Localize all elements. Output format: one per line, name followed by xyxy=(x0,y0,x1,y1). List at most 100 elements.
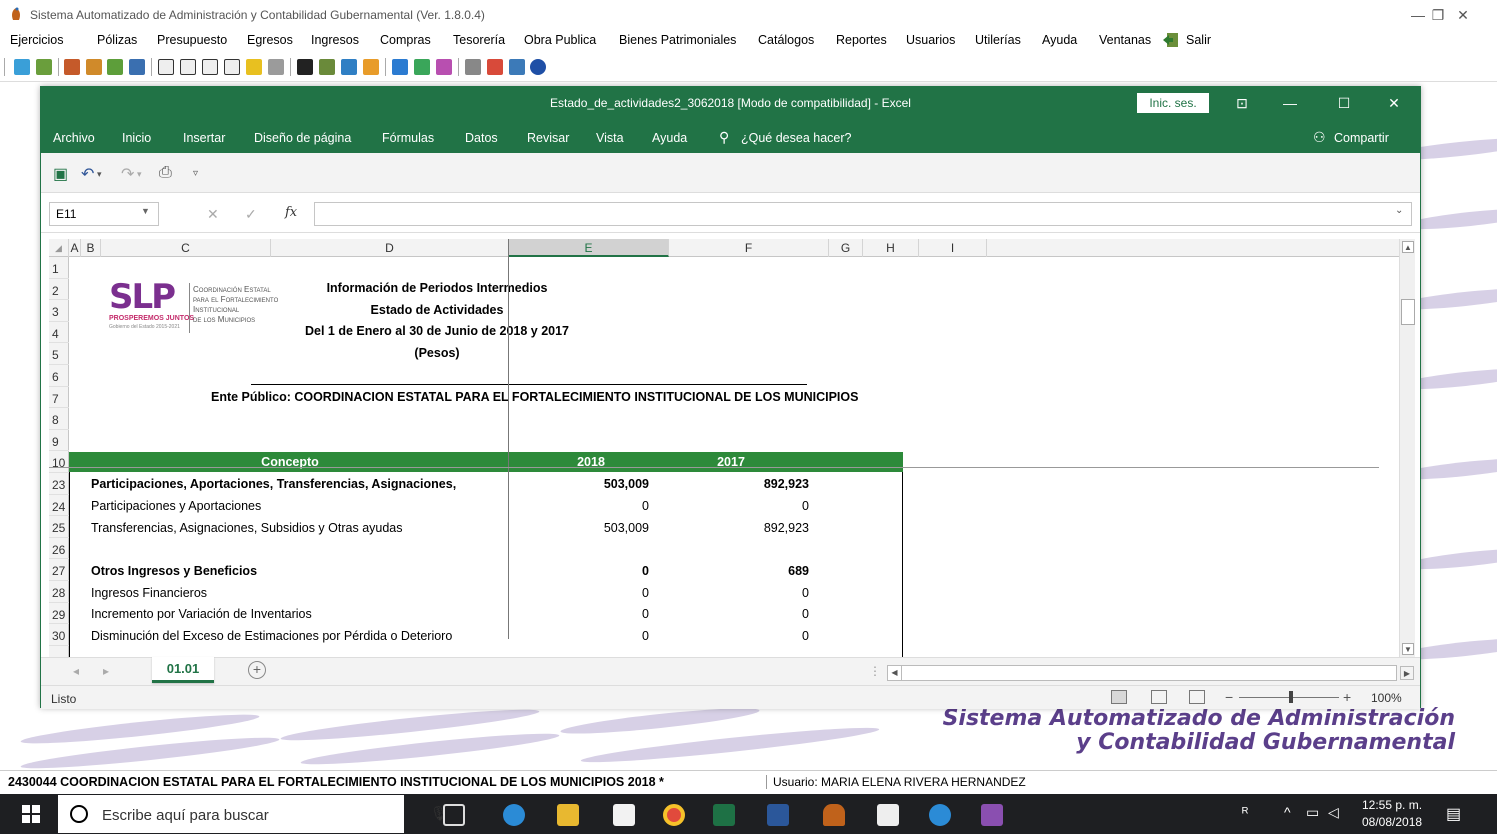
tab-inicio[interactable]: Inicio xyxy=(122,131,151,145)
menu-ejercicios[interactable]: Ejercicios xyxy=(10,33,64,47)
box-icon[interactable] xyxy=(363,59,379,75)
print-icon[interactable] xyxy=(268,59,284,75)
zoom-slider-knob[interactable] xyxy=(1289,691,1293,703)
add-sheet-icon[interactable]: + xyxy=(248,661,266,679)
menu-egresos[interactable]: Egresos xyxy=(247,33,293,47)
scroll-thumb[interactable] xyxy=(1401,299,1415,325)
row-header[interactable]: 23 xyxy=(49,473,69,495)
tab-prev-icon[interactable]: ◂ xyxy=(73,664,79,678)
share-button[interactable]: Compartir xyxy=(1334,131,1389,145)
excel-taskbar-icon[interactable] xyxy=(713,804,735,826)
menu-catalogos[interactable]: Catálogos xyxy=(758,33,814,47)
menu-tesoreria[interactable]: Tesorería xyxy=(453,33,505,47)
column-header-i[interactable]: I xyxy=(919,239,987,257)
redo-icon[interactable]: ↷ xyxy=(121,164,134,184)
scroll-up-icon[interactable]: ▲ xyxy=(1402,241,1414,253)
column-header-b[interactable]: B xyxy=(81,239,101,257)
sheet-tab-active[interactable]: 01.01 xyxy=(152,657,214,683)
menu-compras[interactable]: Compras xyxy=(380,33,431,47)
clock-time[interactable]: 12:55 p. m. xyxy=(1362,798,1422,812)
vertical-scrollbar[interactable]: ▲ ▼ xyxy=(1399,239,1415,657)
cart-icon[interactable] xyxy=(64,59,80,75)
expand-formula-bar-icon[interactable]: ⌄ xyxy=(1395,205,1403,216)
normal-view-icon[interactable] xyxy=(1111,690,1127,704)
ribbon-display-icon[interactable]: ⊡ xyxy=(1227,93,1257,113)
settings-icon[interactable] xyxy=(487,59,503,75)
row-header[interactable]: 30 xyxy=(49,624,69,646)
row-header[interactable]: 28 xyxy=(49,581,69,603)
row-header[interactable]: 4 xyxy=(49,322,69,344)
name-box-dropdown-icon[interactable]: ▼ xyxy=(141,206,150,216)
catalog-c-icon[interactable] xyxy=(158,59,174,75)
row-header[interactable]: 7 xyxy=(49,387,69,409)
row-header[interactable]: 24 xyxy=(49,495,69,517)
redo-dropdown-icon[interactable]: ▾ xyxy=(137,169,142,180)
menu-bienes-patrimoniales[interactable]: Bienes Patrimoniales xyxy=(619,33,736,47)
formula-input[interactable] xyxy=(314,202,1412,226)
scroll-down-icon[interactable]: ▼ xyxy=(1402,643,1414,655)
refresh-icon[interactable] xyxy=(14,59,30,75)
chart-icon[interactable] xyxy=(436,59,452,75)
users-icon[interactable] xyxy=(341,59,357,75)
cancel-icon[interactable]: ✕ xyxy=(207,206,219,223)
folder-icon[interactable] xyxy=(246,59,262,75)
windows-start-icon[interactable] xyxy=(22,805,40,823)
document-icon[interactable] xyxy=(36,59,52,75)
menu-reportes[interactable]: Reportes xyxy=(836,33,887,47)
file-explorer-icon[interactable] xyxy=(557,804,579,826)
column-header-c[interactable]: C xyxy=(101,239,271,257)
notifications-icon[interactable]: ▤ xyxy=(1446,804,1461,824)
tray-expand-icon[interactable]: ^ xyxy=(1284,804,1291,820)
task-view-icon[interactable] xyxy=(443,804,465,826)
tab-revisar[interactable]: Revisar xyxy=(527,131,569,145)
people-icon[interactable]: ᴿ xyxy=(1242,804,1248,820)
word-taskbar-icon[interactable] xyxy=(767,804,789,826)
menu-polizas[interactable]: Pólizas xyxy=(97,33,137,47)
row-header[interactable]: 3 xyxy=(49,300,69,322)
mail-icon[interactable] xyxy=(877,804,899,826)
clipboard-icon[interactable] xyxy=(297,59,313,75)
network-tray-icon[interactable]: ▭ xyxy=(1306,804,1319,821)
tell-me-box[interactable]: ¿Qué desea hacer? xyxy=(741,131,852,145)
insert-function-icon[interactable]: fx xyxy=(285,205,297,220)
row-header[interactable]: 26 xyxy=(49,538,69,560)
save-icon[interactable]: ▣ xyxy=(53,164,68,184)
undo-icon[interactable]: ↶ xyxy=(81,164,94,184)
store-icon[interactable] xyxy=(613,804,635,826)
worksheet-grid[interactable]: ◢ A B C D E F G H I 1 2 3 4 5 6 7 8 9 10… xyxy=(49,239,1399,657)
column-header-d[interactable]: D xyxy=(271,239,509,257)
edge-browser-icon[interactable] xyxy=(503,804,525,826)
customize-qat-icon[interactable]: ▿ xyxy=(193,168,198,179)
column-header-h[interactable]: H xyxy=(863,239,919,257)
select-all-corner[interactable]: ◢ xyxy=(49,239,69,257)
excel-maximize-button[interactable]: ☐ xyxy=(1329,93,1359,113)
scroll-left-icon[interactable]: ◀ xyxy=(888,666,902,680)
menu-usuarios[interactable]: Usuarios xyxy=(906,33,955,47)
row-header[interactable]: 2 xyxy=(49,279,69,301)
row-header[interactable]: 29 xyxy=(49,603,69,625)
scroll-right-icon[interactable]: ▶ xyxy=(1400,666,1414,680)
horizontal-scrollbar[interactable]: ◀ ▶ xyxy=(887,665,1414,681)
column-header-a[interactable]: A xyxy=(69,239,81,257)
page-layout-view-icon[interactable] xyxy=(1151,690,1167,704)
zoom-out-icon[interactable]: − xyxy=(1225,689,1233,705)
volume-icon[interactable]: ◁ xyxy=(1328,804,1339,821)
catalog-d-icon[interactable] xyxy=(180,59,196,75)
calculator-icon[interactable] xyxy=(509,59,525,75)
menu-utilerias[interactable]: Utilerías xyxy=(975,33,1021,47)
tab-diseno-de-pagina[interactable]: Diseño de página xyxy=(254,131,351,145)
column-header-g[interactable]: G xyxy=(829,239,863,257)
winrar-icon[interactable] xyxy=(981,804,1003,826)
tab-vista[interactable]: Vista xyxy=(596,131,624,145)
sign-in-button[interactable]: Inic. ses. xyxy=(1137,93,1209,113)
tab-insertar[interactable]: Insertar xyxy=(183,131,225,145)
menu-presupuesto[interactable]: Presupuesto xyxy=(157,33,227,47)
zoom-in-icon[interactable]: + xyxy=(1343,689,1351,705)
row-header[interactable]: 10 xyxy=(49,451,69,473)
tab-datos[interactable]: Datos xyxy=(465,131,498,145)
internet-explorer-icon[interactable] xyxy=(929,804,951,826)
money-icon[interactable] xyxy=(107,59,123,75)
truck-icon[interactable] xyxy=(319,59,335,75)
enter-check-icon[interactable]: ✓ xyxy=(245,206,257,223)
catalog-p-icon[interactable] xyxy=(224,59,240,75)
